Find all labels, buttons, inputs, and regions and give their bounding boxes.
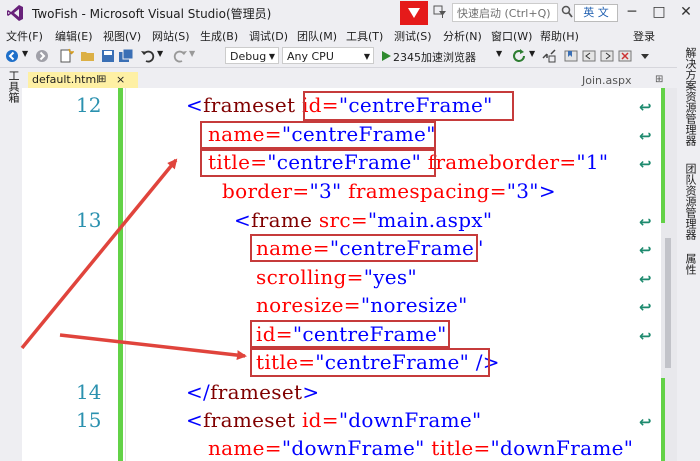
annotation-arrow-right <box>59 333 247 361</box>
annotation-arrows <box>20 158 247 361</box>
annotation-arrow-up <box>20 158 178 350</box>
